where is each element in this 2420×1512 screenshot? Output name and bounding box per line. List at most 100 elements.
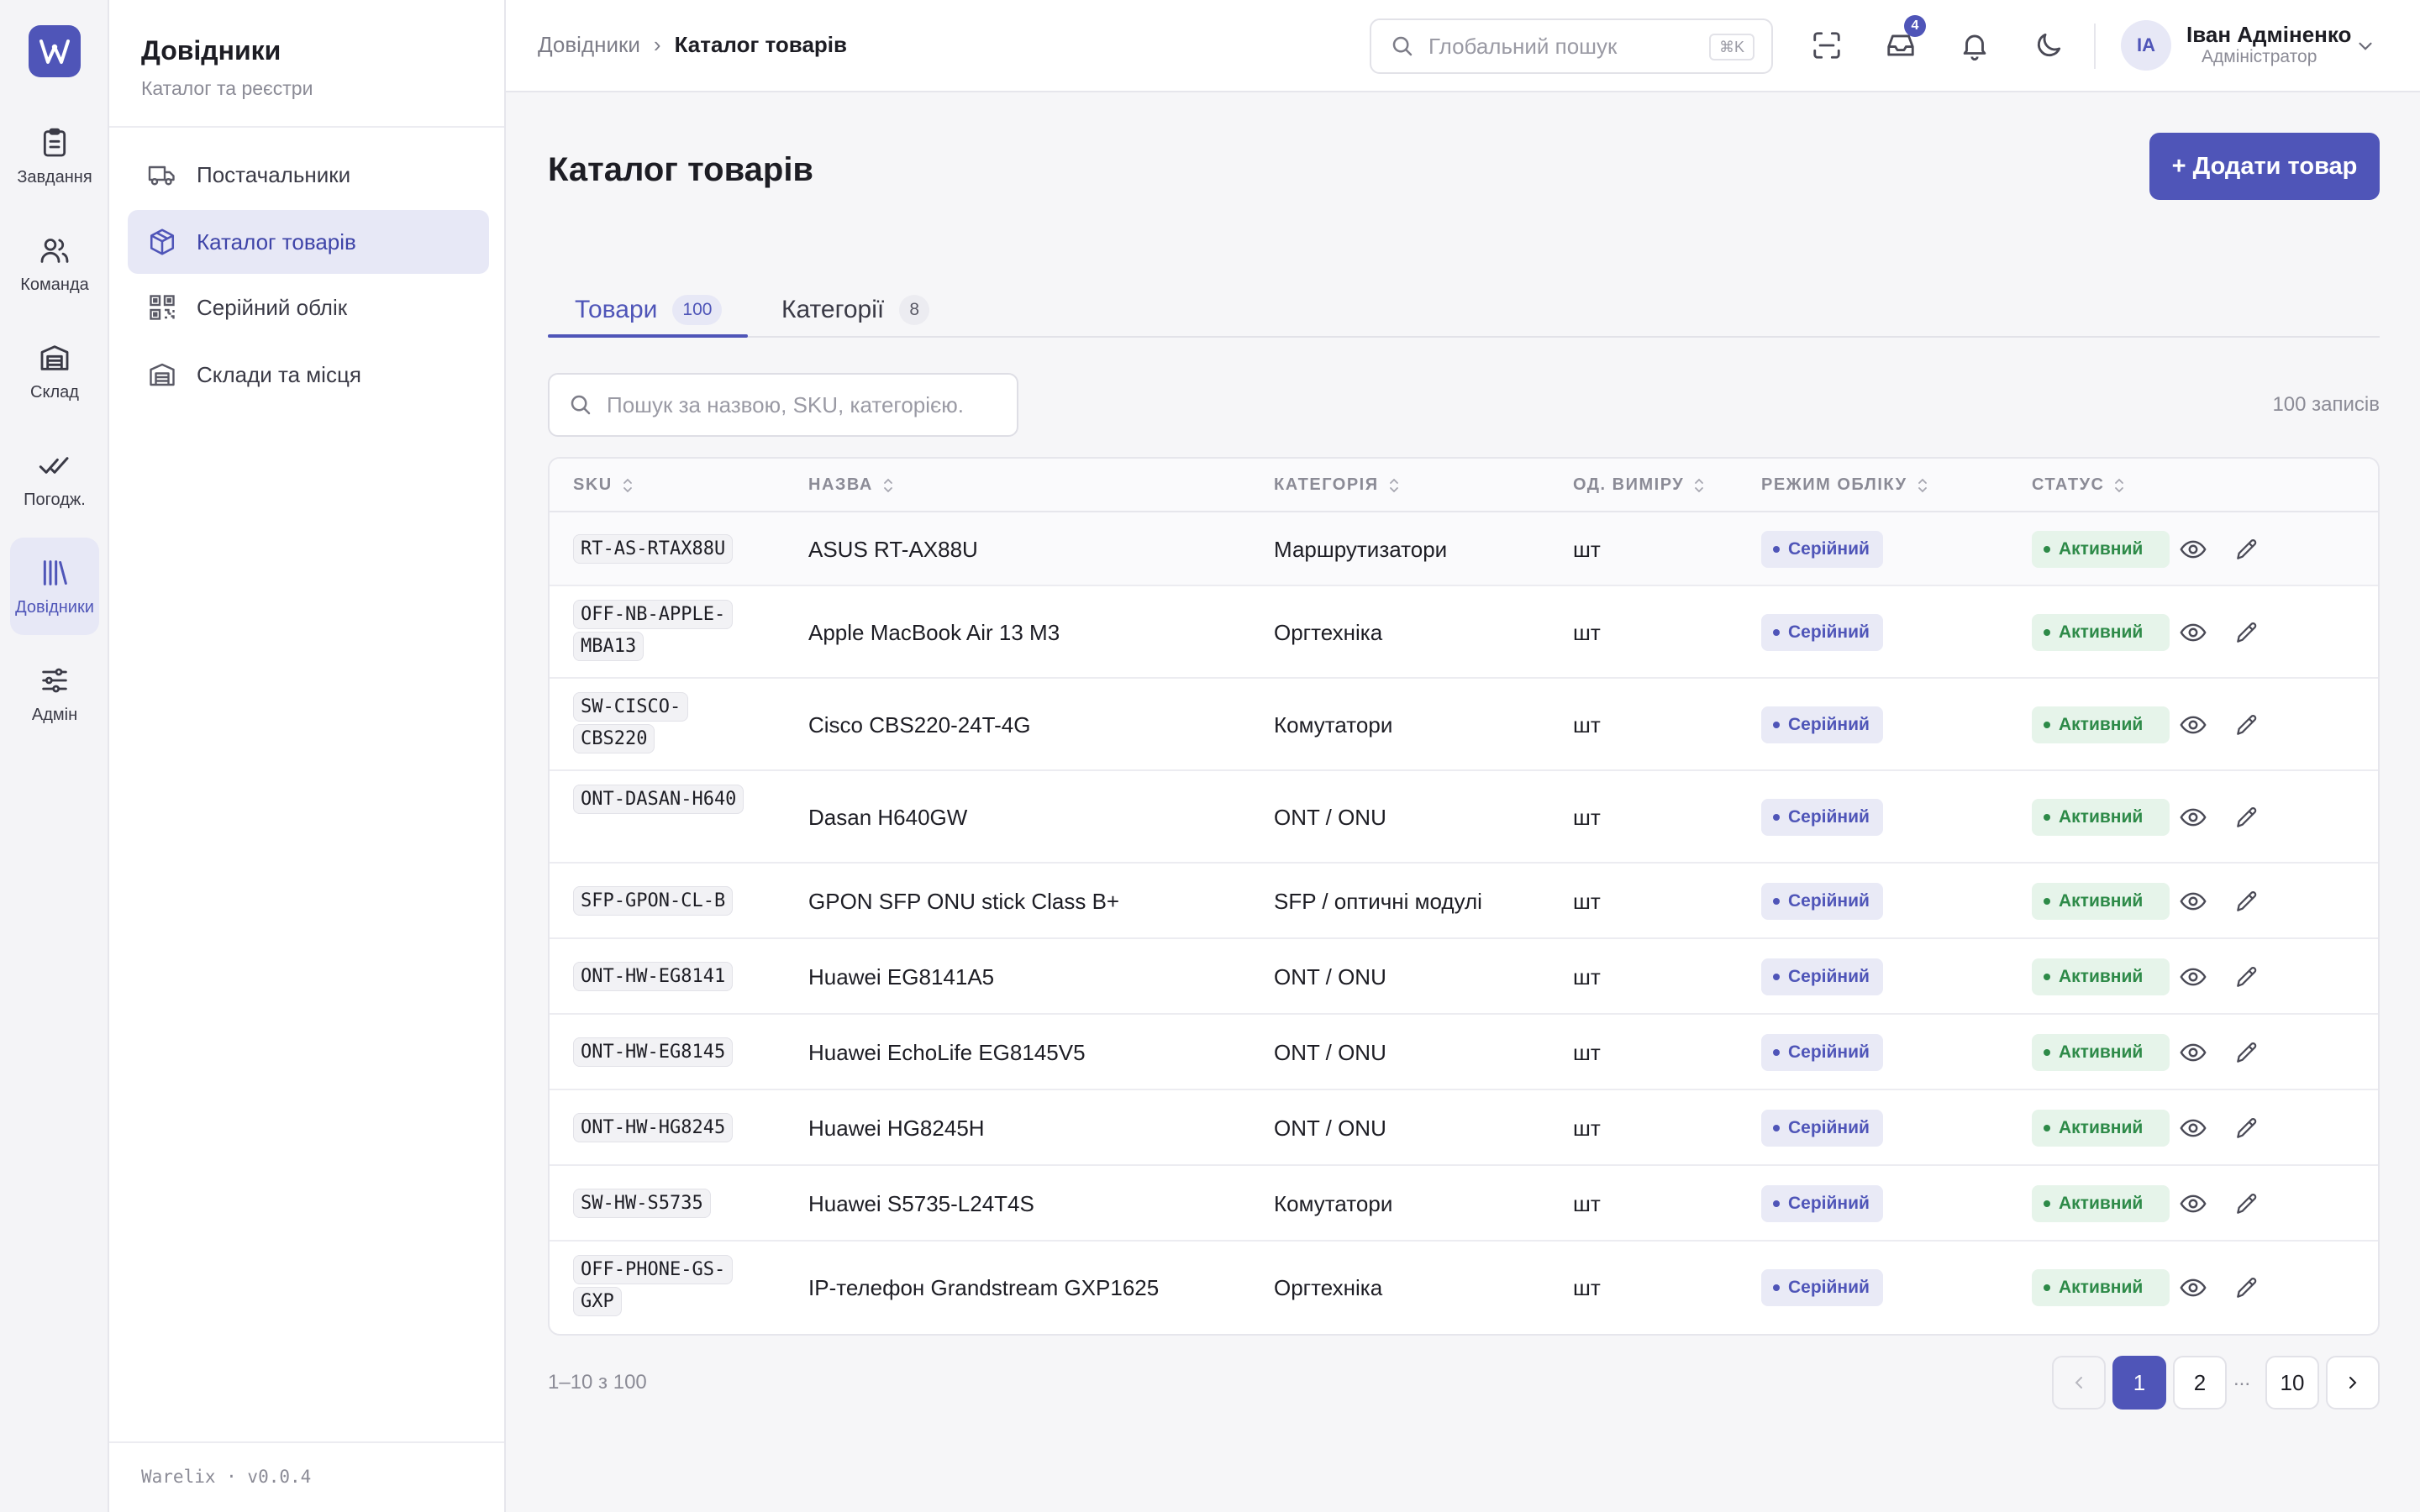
scan-button[interactable] bbox=[1808, 27, 1845, 64]
table-row[interactable]: ONT-HW-HG8245 Huawei HG8245H ONT / ONU шт Се… bbox=[550, 1090, 2378, 1166]
user-name[interactable]: Іван Адміненко bbox=[2186, 22, 2351, 48]
app-logo[interactable] bbox=[29, 25, 81, 77]
rail-item-directories[interactable]: Довідники bbox=[10, 538, 99, 635]
column-header-sku[interactable]: SKU bbox=[573, 475, 634, 495]
pagination-prev-button[interactable] bbox=[2052, 1356, 2106, 1410]
tab-products[interactable]: Товари 100 bbox=[575, 282, 723, 338]
sort-icon bbox=[1389, 478, 1398, 492]
table-search-input[interactable]: Пошук за назвою, SKU, категорією. bbox=[548, 373, 1018, 437]
unit-cell: шт bbox=[1573, 805, 1601, 830]
sidebar-item-warehouses[interactable]: Склади та місця bbox=[128, 343, 489, 407]
inbox-button[interactable]: 4 bbox=[1882, 15, 1926, 64]
status-dot bbox=[2044, 1284, 2050, 1291]
view-button[interactable] bbox=[2176, 1111, 2210, 1145]
tab-categories[interactable]: Категорії 8 bbox=[781, 282, 930, 338]
view-button[interactable] bbox=[2176, 960, 2210, 994]
edit-button[interactable] bbox=[2230, 1111, 2264, 1145]
status-badge: Активний bbox=[2032, 1034, 2170, 1071]
edit-button[interactable] bbox=[2230, 533, 2264, 566]
table-row[interactable]: RT-AS-RTAX88U ASUS RT-AX88U Маршрутизатори… bbox=[550, 512, 2378, 586]
edit-button[interactable] bbox=[2230, 616, 2264, 649]
user-menu-chevron[interactable] bbox=[2354, 35, 2376, 57]
avatar[interactable]: IA bbox=[2121, 20, 2171, 71]
pagination-next-button[interactable] bbox=[2326, 1356, 2380, 1410]
edit-button[interactable] bbox=[2230, 1271, 2264, 1305]
eye-icon bbox=[2180, 623, 2207, 642]
sidebar-item-catalog[interactable]: Каталог товарів bbox=[128, 210, 489, 274]
table-row[interactable]: SW-CISCO-CBS220 Cisco CBS220-24T-4G Комута… bbox=[550, 679, 2378, 771]
name-cell: IP-телефон Grandstream GXP1625 bbox=[808, 1275, 1160, 1300]
pencil-icon bbox=[2237, 539, 2257, 559]
rail-item-admin[interactable]: Адмін bbox=[10, 645, 99, 743]
sort-icon bbox=[1918, 478, 1927, 492]
table-row[interactable]: OFF-PHONE-GS-GXP IP-телефон Grandstream G… bbox=[550, 1242, 2378, 1334]
column-header-category[interactable]: КАТЕГОРІЯ bbox=[1274, 475, 1401, 495]
view-button[interactable] bbox=[2176, 1187, 2210, 1221]
pagination-page-1[interactable]: 1 bbox=[2112, 1356, 2166, 1410]
edit-button[interactable] bbox=[2230, 1036, 2264, 1069]
rail-item-approvals[interactable]: Погодж. bbox=[10, 430, 99, 528]
add-product-button[interactable]: + Додати товар bbox=[2149, 133, 2380, 200]
table-row[interactable]: ONT-HW-EG8141 Huawei EG8141A5 ONT / ONU шт С… bbox=[550, 939, 2378, 1015]
app-rail: Завдання Команда Склад Погодж. Довідники… bbox=[0, 0, 109, 1512]
view-button[interactable] bbox=[2176, 1036, 2210, 1069]
column-header-label: SKU bbox=[573, 475, 613, 494]
breadcrumb-root[interactable]: Довідники bbox=[538, 32, 640, 58]
column-header-mode[interactable]: РЕЖИМ ОБЛІКУ bbox=[1761, 475, 1929, 495]
sku-cell: SFP-GPON-CL-B bbox=[573, 885, 750, 917]
column-header-unit[interactable]: ОД. ВИМІРУ bbox=[1573, 475, 1706, 495]
breadcrumb-separator: › bbox=[653, 32, 661, 57]
products-table: SKU НАЗВА КАТЕГОРІЯ ОД. ВИМІРУ РЕЖИМ ОБЛ… bbox=[548, 457, 2380, 1336]
accounting-mode-badge: Серійний bbox=[1761, 1269, 1883, 1306]
mode-label: Серійний bbox=[1788, 891, 1870, 911]
box-icon bbox=[146, 226, 178, 258]
status-label: Активний bbox=[2059, 891, 2144, 911]
view-button[interactable] bbox=[2176, 533, 2210, 566]
edit-button[interactable] bbox=[2230, 801, 2264, 834]
column-header-label: РЕЖИМ ОБЛІКУ bbox=[1761, 475, 1907, 494]
status-dot bbox=[2044, 722, 2050, 728]
column-header-name[interactable]: НАЗВА bbox=[808, 475, 895, 495]
edit-button[interactable] bbox=[2230, 960, 2264, 994]
view-button[interactable] bbox=[2176, 801, 2210, 834]
status-badge: Активний bbox=[2032, 1269, 2170, 1306]
name-cell: Dasan H640GW bbox=[808, 805, 968, 830]
view-button[interactable] bbox=[2176, 708, 2210, 742]
table-row[interactable]: SW-HW-S5735 Huawei S5735-L24T4S Комутатори… bbox=[550, 1166, 2378, 1242]
theme-toggle-button[interactable] bbox=[2030, 27, 2067, 64]
warehouse-icon bbox=[40, 344, 69, 370]
view-button[interactable] bbox=[2176, 1271, 2210, 1305]
sidebar-title: Довідники bbox=[141, 35, 281, 66]
table-row[interactable]: ONT-DASAN-H640 Dasan H640GW ONT / ONU шт Сер… bbox=[550, 771, 2378, 864]
table-row[interactable]: SFP-GPON-CL-B GPON SFP ONU stick Class B+… bbox=[550, 864, 2378, 939]
sidebar-item-serial[interactable]: Серійний облік bbox=[128, 276, 489, 339]
notifications-button[interactable] bbox=[1956, 27, 1993, 64]
table-row[interactable]: OFF-NB-APPLE-MBA13 Apple MacBook Air 13 M… bbox=[550, 586, 2378, 679]
view-button[interactable] bbox=[2176, 885, 2210, 918]
sidebar-item-suppliers[interactable]: Постачальники bbox=[128, 143, 489, 207]
status-label: Активний bbox=[2059, 1042, 2144, 1062]
sidebar-footer-divider bbox=[109, 1441, 504, 1443]
rail-item-team[interactable]: Команда bbox=[10, 215, 99, 312]
edit-button[interactable] bbox=[2230, 1187, 2264, 1221]
eye-icon bbox=[2180, 1119, 2207, 1137]
pagination-page-2[interactable]: 2 bbox=[2173, 1356, 2227, 1410]
rail-item-warehouse[interactable]: Склад bbox=[10, 323, 99, 420]
clipboard-icon bbox=[43, 128, 66, 156]
edit-button[interactable] bbox=[2230, 708, 2264, 742]
category-cell: Оргтехніка bbox=[1274, 620, 1383, 645]
eye-icon bbox=[2180, 1278, 2207, 1297]
sku-cell: SW-CISCO-CBS220 bbox=[573, 691, 750, 755]
global-search-input[interactable]: Глобальний пошук ⌘K bbox=[1370, 18, 1773, 74]
category-cell: ONT / ONU bbox=[1274, 964, 1386, 990]
scan-icon bbox=[1813, 32, 1840, 59]
pagination-page-10[interactable]: 10 bbox=[2265, 1356, 2319, 1410]
rail-item-tasks[interactable]: Завдання bbox=[10, 108, 99, 205]
table-row[interactable]: ONT-HW-EG8145 Huawei EchoLife EG8145V5 ONT… bbox=[550, 1015, 2378, 1090]
sku-code: ONT-DASAN-H640 bbox=[573, 785, 744, 814]
pencil-icon bbox=[2237, 622, 2257, 643]
column-header-status[interactable]: СТАТУС bbox=[2032, 475, 2126, 495]
view-button[interactable] bbox=[2176, 616, 2210, 649]
sidebar-divider bbox=[109, 126, 504, 128]
edit-button[interactable] bbox=[2230, 885, 2264, 918]
